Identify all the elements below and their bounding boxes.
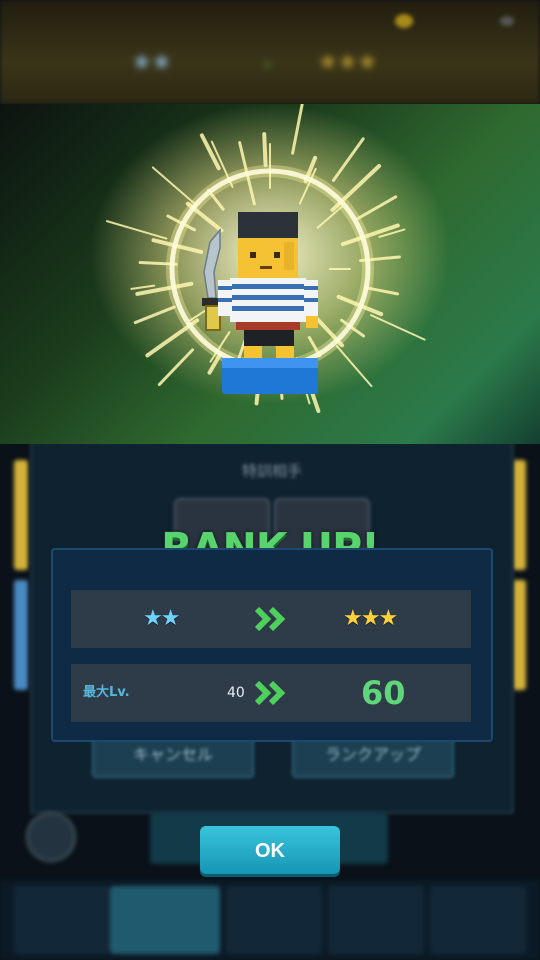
- rank-to-stars: ★★★: [343, 590, 398, 648]
- bg-stars-to: ★★★: [318, 50, 378, 75]
- max-level-from: 40: [227, 685, 245, 701]
- menu-icon: [500, 16, 514, 26]
- light-ray: [262, 132, 268, 168]
- max-level-to: 60: [361, 674, 406, 712]
- character-pirate-icon: [202, 212, 318, 394]
- star-icon: ★: [143, 606, 163, 631]
- rank-row: ★★ ★★★: [71, 590, 471, 648]
- training-panel-title: 特訓相手: [241, 462, 302, 480]
- light-ray: [335, 345, 373, 388]
- star-icon: ★: [160, 606, 181, 631]
- light-ray: [355, 195, 398, 221]
- rank-from-stars: ★★: [143, 590, 181, 648]
- light-ray: [135, 281, 194, 296]
- ok-button[interactable]: OK: [200, 826, 340, 874]
- footer-tab-1: [14, 886, 110, 954]
- rank-up-modal: ★★ ★★★ 最大Lv. 40 60: [51, 548, 493, 742]
- footer-tab-5: [430, 886, 526, 954]
- double-chevron-right-icon: [254, 606, 286, 632]
- footer-nav: [0, 880, 540, 960]
- character-scene: [0, 104, 540, 444]
- top-bar: ★★ » ★★★: [0, 0, 540, 104]
- light-ray: [130, 284, 156, 290]
- light-ray: [105, 220, 168, 240]
- back-icon: [26, 812, 76, 862]
- bg-stars-from: ★★: [132, 50, 172, 75]
- light-ray: [151, 166, 197, 206]
- side-card-left-2: [14, 580, 28, 690]
- star-icon: ★: [343, 606, 363, 631]
- footer-tab-4: [328, 886, 424, 954]
- footer-tab-2: [110, 886, 220, 954]
- light-ray: [291, 104, 304, 155]
- light-ray: [331, 137, 365, 182]
- star-icon: ★: [378, 606, 398, 631]
- max-level-label: 最大Lv.: [83, 685, 130, 700]
- light-ray: [369, 314, 426, 341]
- max-level-row: 最大Lv. 40 60: [71, 664, 471, 722]
- coin-icon: [395, 14, 413, 28]
- star-icon: ★: [360, 606, 381, 631]
- bg-chevron-icon: »: [262, 54, 274, 75]
- double-chevron-right-icon: [254, 680, 286, 706]
- light-ray: [157, 348, 195, 387]
- footer-tab-3: [226, 886, 322, 954]
- side-card-right-2: [512, 580, 526, 690]
- light-ray: [133, 305, 176, 325]
